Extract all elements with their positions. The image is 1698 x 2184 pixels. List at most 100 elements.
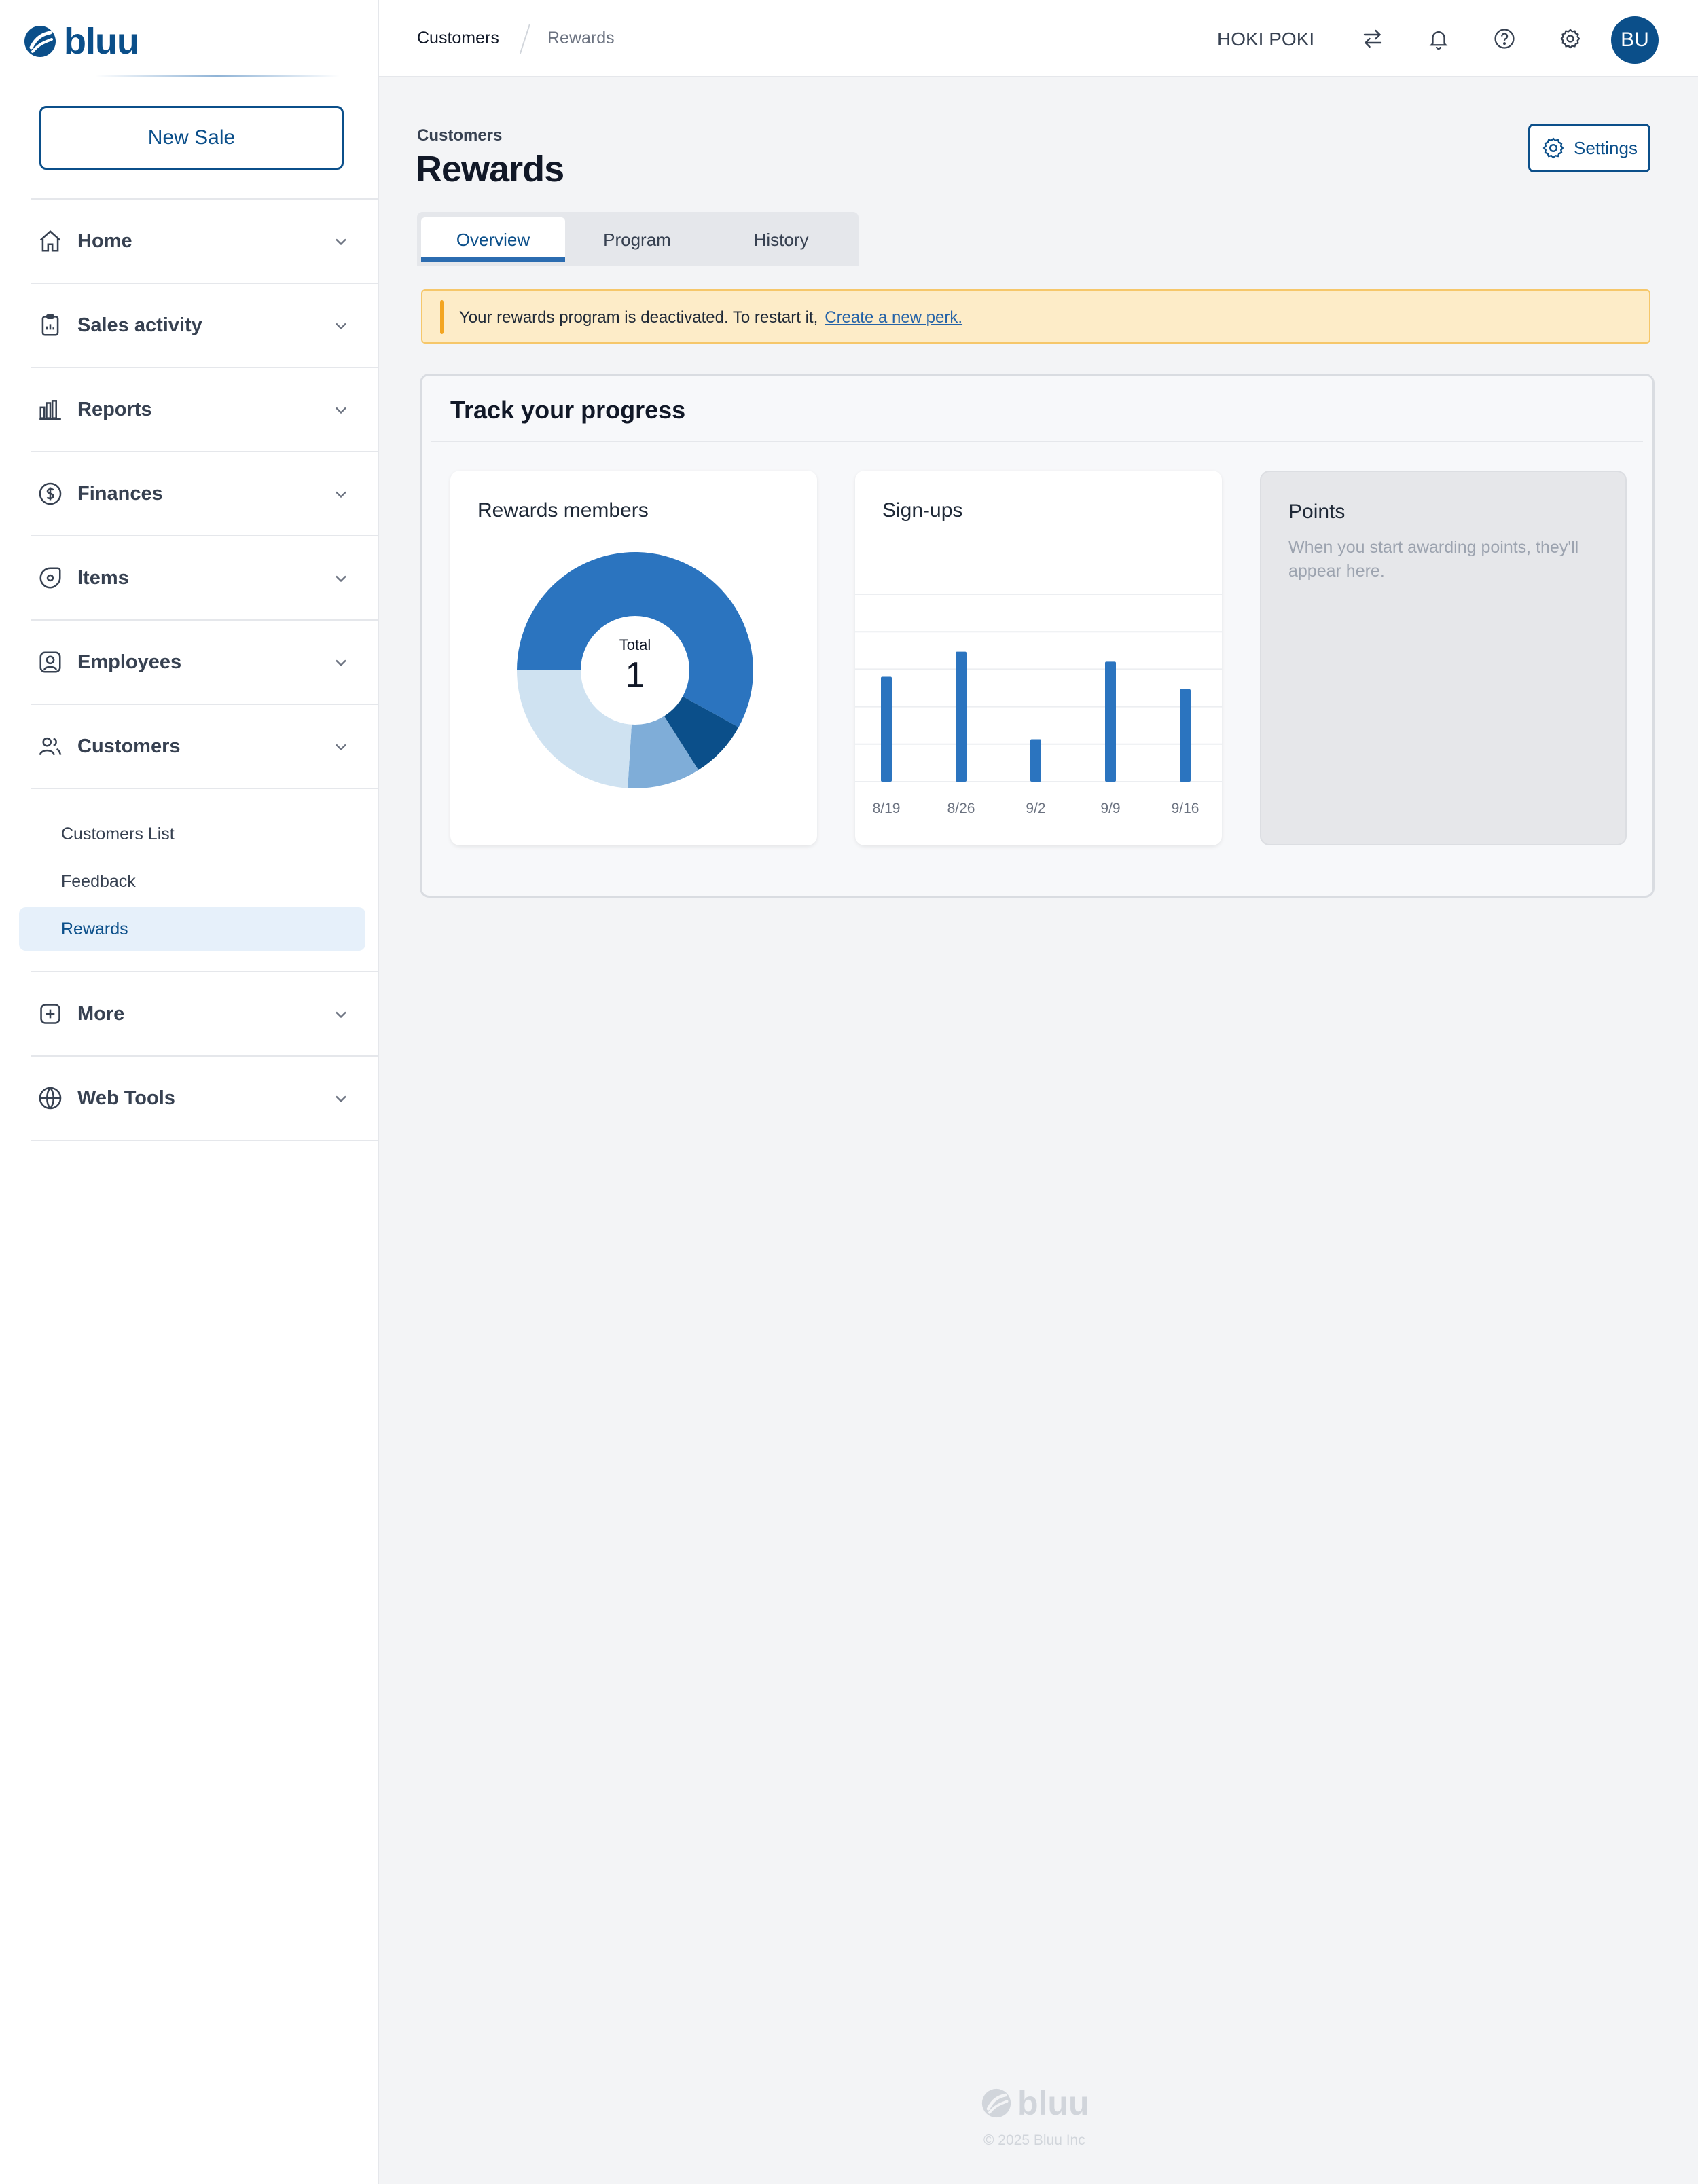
breadcrumb-rewards: Rewards (547, 29, 615, 48)
customers-subnav: Customers List Feedback Rewards (19, 789, 379, 972)
footer-brand-name: bluu (1017, 2084, 1089, 2122)
chevron-down-icon (336, 659, 346, 667)
avatar[interactable]: BU (1611, 16, 1659, 64)
users-icon (35, 731, 65, 761)
sidebar-item-items[interactable]: Items (31, 536, 379, 621)
sidebar-item-label: Employees (77, 651, 182, 673)
signups-bar (1105, 661, 1116, 782)
bluu-logo-icon (24, 26, 56, 57)
breadcrumb-separator (519, 23, 531, 54)
points-title: Points (1288, 500, 1345, 523)
alert-text: Your rewards program is deactivated. To … (459, 308, 818, 327)
subnav-item-feedback[interactable]: Feedback (19, 860, 365, 903)
brand-name: bluu (64, 21, 139, 62)
chevron-down-icon (336, 1095, 346, 1103)
switch-arrows-icon[interactable] (1358, 24, 1387, 53)
tab-overview[interactable]: Overview (421, 217, 565, 262)
main-content: Customers Rewards Settings Overview Prog… (379, 77, 1698, 2184)
x-tick-label: 8/26 (947, 801, 975, 816)
chevron-down-icon (336, 238, 346, 246)
sidebar-nav: Home Sales activity Reports Finances Ite… (19, 198, 379, 1141)
progress-divider (431, 441, 1643, 442)
sidebar-item-customers[interactable]: Customers (31, 705, 379, 789)
signups-bar (881, 676, 892, 782)
home-icon (35, 226, 65, 256)
page-title: Rewards (416, 149, 564, 189)
points-empty-description: When you start awarding points, they'll … (1288, 538, 1579, 581)
sidebar-item-label: More (77, 1002, 125, 1025)
tab-bar: Overview Program History (417, 212, 859, 266)
signups-bar-chart: 8/19 8/26 9/2 9/9 9/16 (855, 594, 1222, 816)
tab-program[interactable]: Program (565, 217, 709, 262)
sidebar-item-employees[interactable]: Employees (31, 621, 379, 705)
alert-accent-bar (440, 300, 444, 334)
gear-icon (1542, 137, 1564, 159)
sidebar-item-label: Sales activity (77, 314, 202, 336)
sidebar-item-label: Reports (77, 398, 152, 420)
chevron-down-icon (336, 407, 346, 414)
id-badge-icon (35, 647, 65, 677)
tab-history[interactable]: History (709, 217, 853, 262)
bell-icon[interactable] (1424, 24, 1453, 53)
page-eyebrow: Customers (417, 126, 503, 145)
donut-total-label: Total (619, 636, 651, 653)
create-perk-link[interactable]: Create a new perk. (825, 308, 962, 327)
sidebar-item-reports[interactable]: Reports (31, 368, 379, 452)
signups-bar (956, 651, 967, 782)
sidebar-item-label: Finances (77, 482, 163, 505)
settings-button-label: Settings (1574, 137, 1638, 158)
donut-total-value: 1 (626, 655, 645, 695)
topbar: Customers Rewards HOKI POKI BU (379, 0, 1698, 77)
x-tick-label: 8/19 (873, 801, 901, 816)
gear-icon[interactable] (1556, 24, 1585, 53)
new-sale-button[interactable]: New Sale (39, 106, 344, 170)
footer-logo: bluu (981, 2083, 1089, 2123)
help-circle-icon[interactable] (1490, 24, 1519, 53)
subnav-item-customers-list[interactable]: Customers List (19, 812, 365, 856)
footer-copyright: © 2025 Bluu Inc (983, 2132, 1085, 2148)
deactivated-alert: Your rewards program is deactivated. To … (421, 289, 1650, 344)
tag-icon (35, 563, 65, 593)
sidebar-item-label: Home (77, 230, 132, 252)
rewards-members-card: Rewards members Total 1 (450, 471, 817, 845)
sidebar-item-home[interactable]: Home (31, 200, 379, 284)
progress-title: Track your progress (450, 396, 686, 424)
sidebar-item-label: Items (77, 566, 129, 589)
logo-underline (95, 75, 340, 77)
bar-chart-icon (35, 395, 65, 424)
globe-icon (35, 1083, 65, 1113)
subnav-item-rewards[interactable]: Rewards (19, 907, 365, 951)
sidebar-item-label: Customers (77, 735, 181, 757)
signups-bar (1180, 689, 1191, 782)
signups-card: Sign-ups 8/19 8/26 9/2 9/9 9/16 (855, 471, 1222, 845)
rewards-members-donut-chart: Total 1 (517, 552, 753, 788)
chevron-down-icon (336, 744, 346, 751)
sidebar-item-finances[interactable]: Finances (31, 452, 379, 536)
points-card: Points When you start awarding points, t… (1260, 471, 1627, 845)
brand-logo[interactable]: bluu (23, 20, 139, 62)
sidebar-item-more[interactable]: More (31, 972, 379, 1057)
sidebar-item-web-tools[interactable]: Web Tools (31, 1057, 379, 1141)
breadcrumb-customers[interactable]: Customers (417, 29, 499, 48)
chevron-down-icon (336, 575, 346, 583)
alert-message: Your rewards program is deactivated. To … (459, 308, 962, 327)
sidebar-item-sales-activity[interactable]: Sales activity (31, 284, 379, 368)
chevron-down-icon (336, 323, 346, 330)
x-tick-label: 9/9 (1100, 801, 1120, 816)
chevron-down-icon (336, 1011, 346, 1019)
store-name[interactable]: HOKI POKI (1217, 29, 1314, 50)
sidebar: bluu New Sale Home Sales activity Report… (0, 0, 379, 2184)
settings-button[interactable]: Settings (1528, 124, 1650, 172)
tab-active-indicator (421, 257, 565, 262)
chevron-down-icon (336, 491, 346, 498)
logo-row: bluu (0, 0, 379, 77)
bluu-logo-icon (981, 2088, 1011, 2118)
signups-bar (1030, 739, 1041, 782)
track-progress-card: Track your progress Rewards members Tota… (420, 374, 1655, 898)
dollar-circle-icon (35, 479, 65, 509)
plus-square-icon (35, 999, 65, 1029)
x-tick-label: 9/16 (1172, 801, 1199, 816)
sidebar-item-label: Web Tools (77, 1087, 175, 1109)
x-tick-label: 9/2 (1026, 801, 1045, 816)
clipboard-icon (35, 310, 65, 340)
